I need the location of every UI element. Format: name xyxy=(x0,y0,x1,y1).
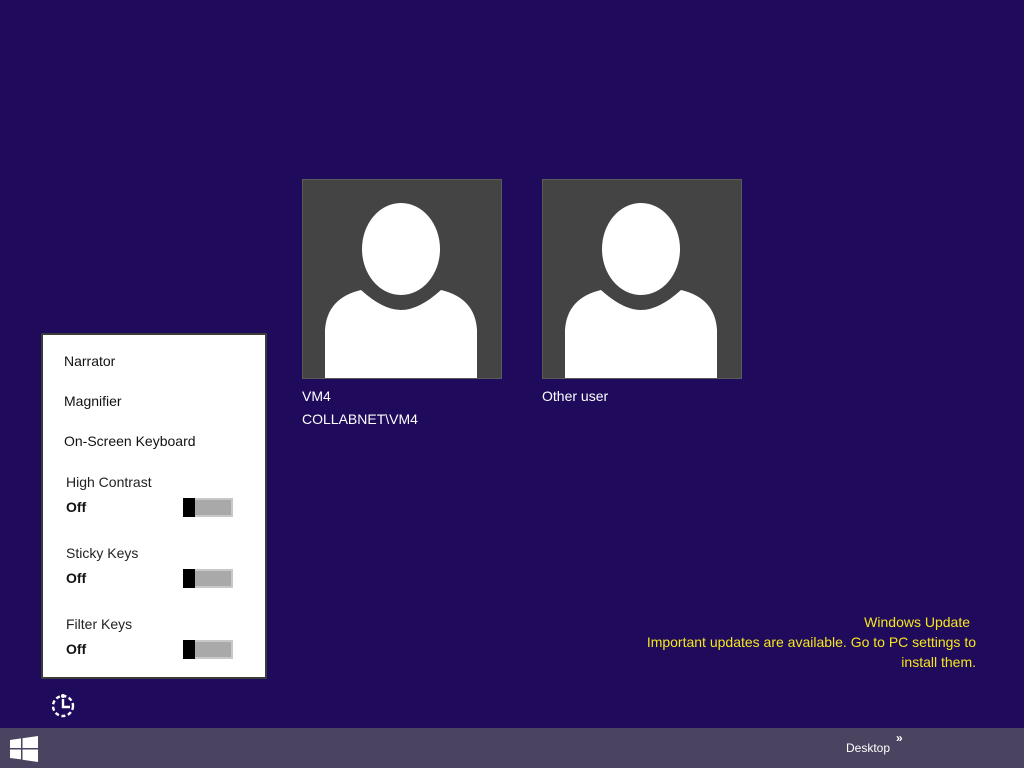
menu-item-magnifier[interactable]: Magnifier xyxy=(64,393,122,409)
ease-of-access-menu: Narrator Magnifier On-Screen Keyboard Hi… xyxy=(41,333,267,679)
toggle-sticky-keys: Sticky Keys Off xyxy=(66,545,236,589)
notification-text-line2: install them. xyxy=(901,654,976,670)
toggle-high-contrast: High Contrast Off xyxy=(66,474,236,518)
toggle-knob xyxy=(183,569,195,588)
user-name: VM4 xyxy=(302,388,331,404)
toggle-filter-keys: Filter Keys Off xyxy=(66,616,236,660)
toggle-state: Off xyxy=(66,499,87,515)
user-name: Other user xyxy=(542,388,609,404)
toggle-knob xyxy=(183,640,195,659)
chevron-right-icon[interactable]: » xyxy=(896,731,903,745)
windows-update-notification[interactable]: Windows Update Important updates are ava… xyxy=(596,612,976,672)
toggle-knob xyxy=(183,498,195,517)
toggle-label: Sticky Keys xyxy=(66,545,139,561)
toggle-state: Off xyxy=(66,641,87,657)
toggle-state: Off xyxy=(66,570,87,586)
user-avatar-icon[interactable] xyxy=(302,179,502,379)
notification-text-line1: Important updates are available. Go to P… xyxy=(646,634,976,650)
toggle-label: Filter Keys xyxy=(66,616,133,632)
user-tile-other-user[interactable]: Other user xyxy=(542,179,742,404)
ease-of-access-icon[interactable] xyxy=(50,693,76,719)
sticky-keys-switch[interactable] xyxy=(183,569,233,588)
user-avatar-icon[interactable] xyxy=(542,179,742,379)
user-tile-vm4[interactable]: VM4 COLLABNET\VM4 xyxy=(302,179,502,427)
desktop-button[interactable]: Desktop xyxy=(846,741,890,755)
user-domain: COLLABNET\VM4 xyxy=(302,411,418,427)
notification-title: Windows Update xyxy=(864,614,970,630)
menu-item-narrator[interactable]: Narrator xyxy=(64,353,115,369)
taskbar: Desktop » xyxy=(0,728,1024,768)
windows-logo-icon[interactable] xyxy=(10,736,38,762)
high-contrast-switch[interactable] xyxy=(183,498,233,517)
lock-screen: VM4 COLLABNET\VM4 Other user Narrator Ma… xyxy=(0,0,1024,768)
toggle-label: High Contrast xyxy=(66,474,152,490)
filter-keys-switch[interactable] xyxy=(183,640,233,659)
menu-item-on-screen-keyboard[interactable]: On-Screen Keyboard xyxy=(64,433,196,449)
